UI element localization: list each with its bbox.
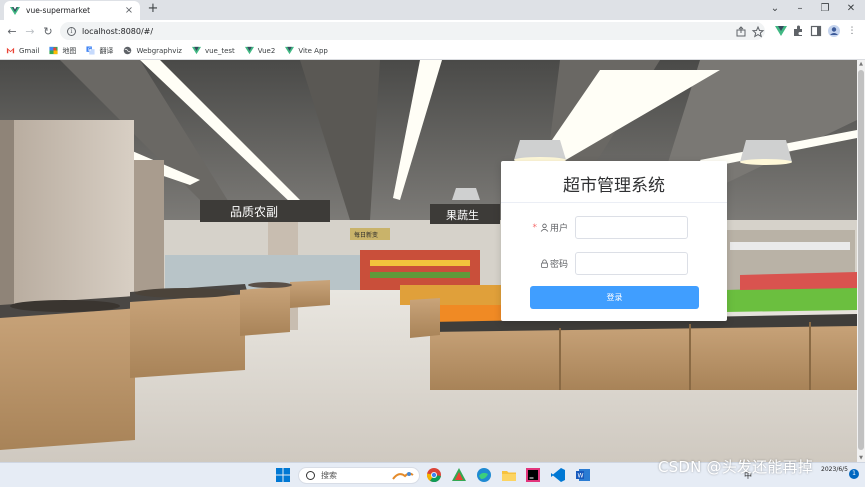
back-button[interactable]: ← [3, 22, 21, 40]
reload-button[interactable]: ↻ [39, 22, 57, 40]
address-bar[interactable]: i localhost:8080/#/ [60, 22, 765, 40]
word-icon[interactable]: W [575, 467, 591, 483]
scrollbar-thumb[interactable] [858, 70, 864, 450]
login-button[interactable]: 登录 [530, 286, 699, 309]
windows-start-icon[interactable] [275, 467, 291, 483]
maps-icon [49, 46, 58, 55]
bookmark-vite-app[interactable]: Vite App [285, 46, 328, 55]
translate-icon: G [86, 46, 95, 55]
site-info-icon[interactable]: i [67, 26, 76, 36]
tab-search-icon[interactable]: ⌄ [762, 0, 788, 20]
globe-icon [124, 46, 132, 55]
new-tab-button[interactable]: + [146, 2, 160, 16]
login-card: 超市管理系统 * 用户 密码 登录 [501, 161, 727, 321]
vue-icon [191, 46, 201, 55]
search-icon [306, 471, 315, 480]
clock-date: 2023/6/5 [821, 466, 848, 473]
vue-devtools-icon[interactable] [774, 24, 788, 38]
username-row: * 用户 [501, 216, 727, 240]
bookmark-star-icon[interactable] [751, 25, 765, 39]
tab-title: vue-supermarket [26, 6, 91, 15]
vue-icon [244, 46, 254, 55]
password-input[interactable] [575, 252, 688, 275]
user-icon [540, 223, 549, 232]
scroll-up-arrow-icon[interactable]: ▲ [857, 60, 865, 68]
required-mark: * [532, 222, 537, 233]
login-title: 超市管理系统 [563, 176, 665, 196]
bookmark-label: 地图 [62, 46, 77, 55]
sign-text: 品质农副 [230, 205, 278, 219]
supermarket-background-image: 品质农副 果蔬生 每日新变 [0, 60, 857, 462]
edge-icon[interactable] [476, 467, 492, 483]
bookmark-gmail[interactable]: Gmail [6, 46, 39, 55]
vue-icon [285, 46, 295, 55]
svg-text:W: W [578, 473, 584, 480]
svg-text:G: G [88, 47, 92, 53]
gmail-icon [6, 47, 15, 54]
forward-button[interactable]: → [21, 22, 39, 40]
password-label: 密码 [540, 257, 568, 270]
side-panel-icon[interactable] [809, 24, 823, 38]
tab-close-icon[interactable]: × [124, 5, 134, 16]
tab-strip: vue-supermarket × + ⌄ – ❐ ✕ [0, 0, 865, 20]
card-divider [501, 202, 727, 203]
search-placeholder: 搜索 [321, 471, 337, 480]
bookmark-vue2[interactable]: Vue2 [244, 46, 276, 55]
address-url: localhost:8080/#/ [82, 26, 154, 36]
password-row: 密码 [501, 252, 727, 276]
jetbrains-icon[interactable] [525, 467, 541, 483]
bookmark-label: Webgraphviz [136, 46, 182, 55]
extensions-icon[interactable] [791, 24, 805, 38]
bookmark-webgraphviz[interactable]: Webgraphviz [123, 46, 182, 55]
page-scrollbar[interactable]: ▲ ▼ [857, 60, 865, 462]
profile-avatar-icon[interactable] [827, 24, 841, 38]
browser-toolbar: ← → ↻ i localhost:8080/#/ ⋮ [0, 20, 865, 42]
taskbar-search-box[interactable]: 搜索 [298, 467, 420, 484]
page-viewport: 品质农副 果蔬生 每日新变 超市管理系统 * 用户 密码 登录 [0, 60, 857, 462]
bookmark-label: Vue2 [257, 46, 276, 55]
bookmark-maps[interactable]: 地图 [49, 46, 76, 56]
password-label-text: 密码 [549, 260, 568, 270]
tab-vue-supermarket[interactable]: vue-supermarket × [4, 1, 140, 20]
bookmark-vue-test[interactable]: vue_test [191, 46, 235, 55]
username-label-text: 用户 [549, 224, 568, 234]
csdn-watermark: CSDN @头发还能再掉 [658, 458, 813, 476]
share-icon[interactable] [734, 25, 748, 39]
chrome-icon[interactable] [426, 467, 442, 483]
notification-badge[interactable]: 1 [849, 469, 859, 479]
username-label: * 用户 [532, 221, 568, 235]
close-window-button[interactable]: ✕ [838, 0, 864, 20]
sign-text: 果蔬生 [446, 208, 479, 222]
taskbar-clock[interactable]: 2023/6/5 [808, 465, 848, 474]
search-highlight-icon [392, 472, 414, 480]
file-explorer-icon[interactable] [501, 467, 517, 483]
bookmark-label: vue_test [204, 46, 235, 55]
bookmark-label: Gmail [19, 46, 40, 55]
minimize-button[interactable]: – [787, 0, 813, 20]
sign-text: 每日新变 [354, 231, 378, 239]
maximize-button[interactable]: ❐ [812, 0, 838, 20]
bookmark-label: Vite App [298, 46, 328, 55]
bookmark-translate[interactable]: G 翻译 [86, 46, 113, 56]
vue-icon [10, 6, 20, 15]
bookmarks-bar: Gmail 地图 G 翻译 Webgraphviz vue_test Vue2 … [0, 42, 865, 60]
menu-kebab-icon[interactable]: ⋮ [845, 24, 859, 38]
lock-icon [541, 259, 548, 268]
vscode-icon[interactable] [550, 467, 566, 483]
app-triangle-icon[interactable] [451, 467, 467, 483]
username-input[interactable] [575, 216, 688, 239]
scroll-down-arrow-icon[interactable]: ▼ [857, 454, 865, 462]
bookmark-label: 翻译 [99, 46, 114, 55]
